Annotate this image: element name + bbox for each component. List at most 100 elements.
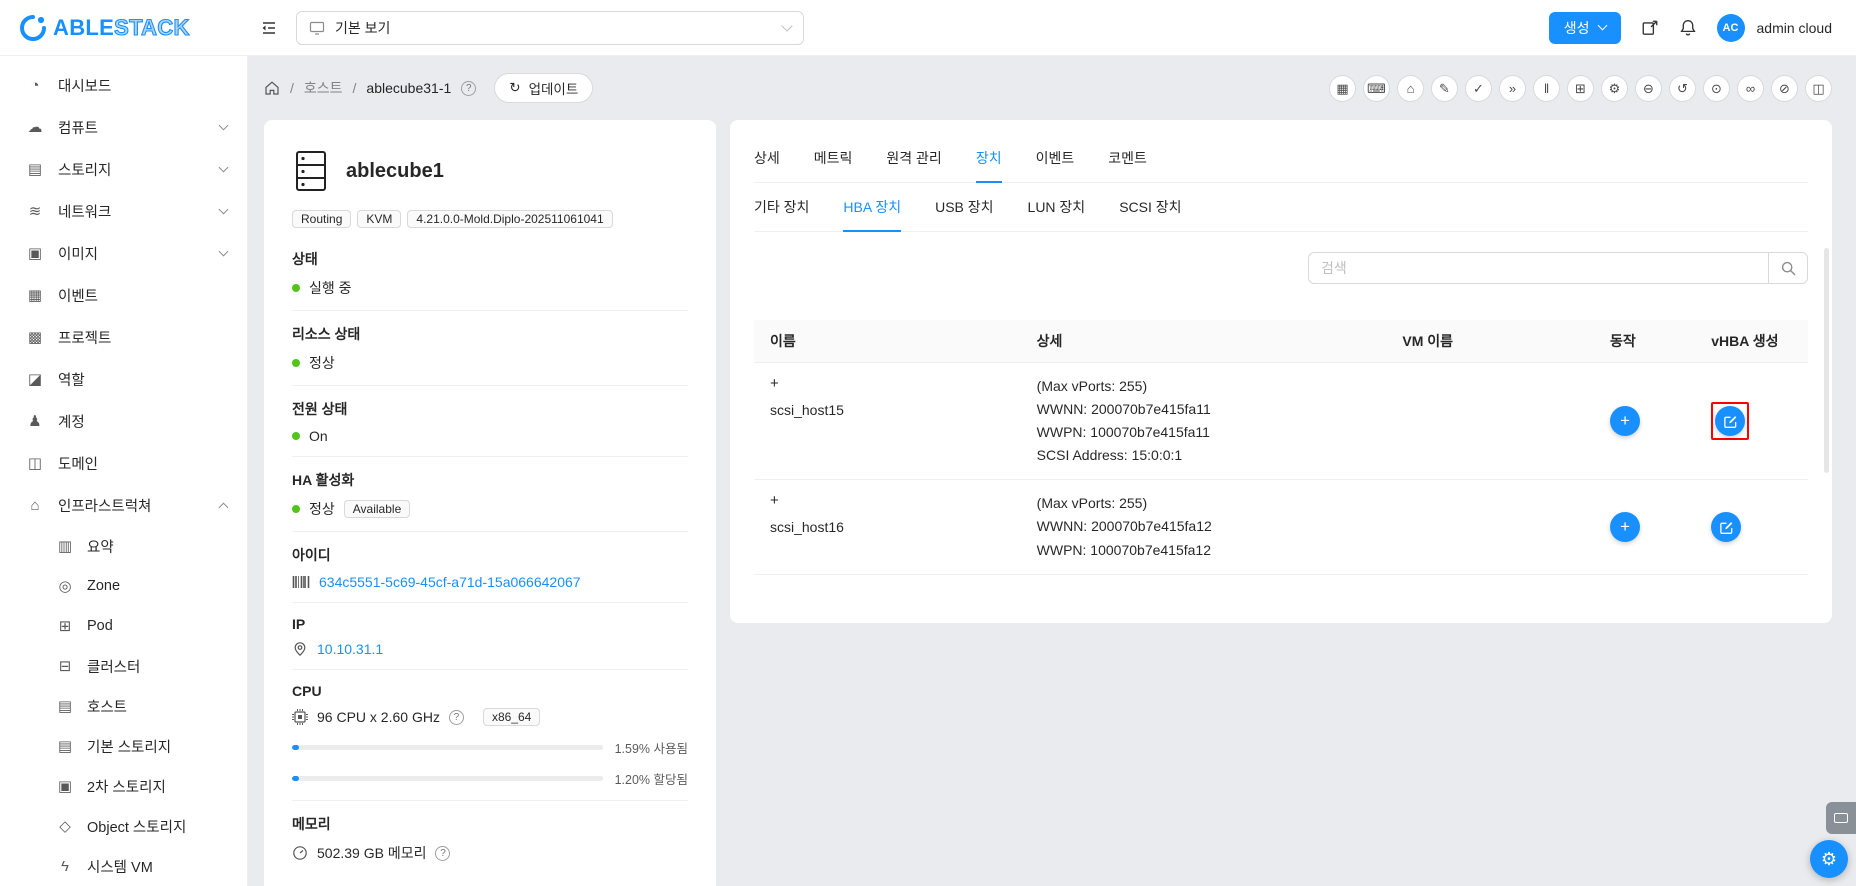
sidebar-subitem-pod[interactable]: ⊞ Pod — [0, 606, 247, 646]
chevron-down-icon — [219, 247, 229, 257]
sidebar-item-projects[interactable]: ▩ 프로젝트 — [0, 316, 247, 358]
expand-row-button[interactable]: + — [770, 492, 779, 510]
logo-mark-icon — [20, 15, 46, 41]
console-drawer-button[interactable] — [1826, 802, 1856, 834]
action-hide-button[interactable]: ⊘ — [1771, 75, 1798, 102]
system-vm-icon: ϟ — [56, 858, 74, 875]
status-section: 상태 실행 중 — [292, 236, 688, 311]
cluster-icon: ⊟ — [56, 657, 74, 675]
action-edit-button[interactable]: ✎ — [1431, 75, 1458, 102]
minus-circle-icon: ⊖ — [1643, 82, 1654, 95]
action-forward-button[interactable]: » — [1499, 75, 1526, 102]
sidebar-subitem-cluster[interactable]: ⊟ 클러스터 — [0, 646, 247, 686]
create-button-label: 생성 — [1564, 18, 1590, 38]
id-label: 아이디 — [292, 545, 688, 565]
sidebar-item-infrastructure[interactable]: ⌂ 인프라스트럭쳐 — [0, 484, 247, 526]
sidebar-subitem-label: 요약 — [87, 536, 227, 557]
device-tab-scsi[interactable]: SCSI 장치 — [1119, 189, 1181, 231]
help-icon[interactable]: ? — [435, 846, 450, 861]
column-action: 동작 — [1594, 320, 1695, 363]
action-attach-button[interactable]: ∞ — [1737, 75, 1764, 102]
action-add-button[interactable]: ⊞ — [1567, 75, 1594, 102]
sidebar-item-network[interactable]: ≋ 네트워크 — [0, 190, 247, 232]
view-selector[interactable]: 기본 보기 — [296, 11, 804, 45]
sidebar-subitem-zone[interactable]: ◎ Zone — [0, 566, 247, 606]
action-diagnostics-button[interactable]: ⊙ — [1703, 75, 1730, 102]
image-icon: ▣ — [26, 244, 44, 262]
action-migrate-button[interactable]: ⌂ — [1397, 75, 1424, 102]
sidebar-subitem-summary[interactable]: ▥ 요약 — [0, 526, 247, 566]
sidebar-item-events[interactable]: ▦ 이벤트 — [0, 274, 247, 316]
project-switch-icon[interactable] — [1641, 19, 1659, 37]
sidebar-subitem-label: 기본 스토리지 — [87, 736, 227, 757]
sidebar-subitem-label: Object 스토리지 — [87, 816, 227, 837]
host-icon: ▤ — [56, 697, 74, 715]
sidebar-subitem-secondary-storage[interactable]: ▣ 2차 스토리지 — [0, 766, 247, 806]
host-ip-link[interactable]: 10.10.31.1 — [317, 641, 383, 657]
sidebar-item-label: 컴퓨트 — [58, 117, 206, 138]
host-id-link[interactable]: 634c5551-5c69-45cf-a71d-15a066642067 — [319, 574, 581, 590]
location-pin-icon — [292, 641, 308, 657]
notification-bell-icon[interactable] — [1679, 19, 1697, 37]
user-name[interactable]: admin cloud — [1757, 20, 1833, 36]
tab-devices[interactable]: 장치 — [976, 140, 1002, 183]
sidebar-item-storage[interactable]: ▤ 스토리지 — [0, 148, 247, 190]
cpu-allocated-label: 1.20% 할당됨 — [615, 769, 688, 788]
sidebar-item-roles[interactable]: ◪ 역할 — [0, 358, 247, 400]
ablestack-logo[interactable]: ABLESTACK — [20, 15, 242, 41]
help-icon[interactable]: ? — [461, 81, 476, 96]
cpu-used-progress: 1.59% 사용됨 — [292, 738, 688, 757]
primary-storage-icon: ▤ — [56, 737, 74, 755]
device-tab-other[interactable]: 기타 장치 — [754, 189, 809, 231]
search-button[interactable] — [1768, 252, 1808, 284]
device-tab-usb[interactable]: USB 장치 — [935, 189, 993, 231]
breadcrumb-row: / 호스트 / ablecube31-1 ? ↻ 업데이트 ▦ ⌨ ⌂ ✎ ✓ … — [264, 70, 1832, 106]
sidebar-subitem-primary-storage[interactable]: ▤ 기본 스토리지 — [0, 726, 247, 766]
create-button[interactable]: 생성 — [1549, 12, 1621, 44]
cpu-allocated-progress: 1.20% 할당됨 — [292, 769, 688, 788]
sidebar-item-label: 역할 — [58, 369, 227, 390]
tab-events[interactable]: 이벤트 — [1036, 140, 1075, 182]
action-layout-button[interactable]: ◫ — [1805, 75, 1832, 102]
device-tab-lun[interactable]: LUN 장치 — [1028, 189, 1086, 231]
create-vhba-button[interactable] — [1715, 406, 1745, 436]
settings-fab-button[interactable]: ⚙ — [1810, 840, 1848, 878]
action-metrics-button[interactable]: ▦ — [1329, 75, 1356, 102]
add-vhba-action-button[interactable]: + — [1610, 406, 1640, 436]
sidebar-item-dashboard[interactable]: ◔ 대시보드 — [0, 64, 247, 106]
table-scrollbar[interactable] — [1824, 248, 1829, 473]
menu-fold-icon[interactable] — [260, 19, 278, 37]
tab-metrics[interactable]: 메트릭 — [814, 140, 853, 182]
breadcrumb-hosts-link[interactable]: 호스트 — [304, 78, 343, 98]
sidebar-subitem-hosts[interactable]: ▤ 호스트 — [0, 686, 247, 726]
user-avatar[interactable]: AC — [1717, 14, 1745, 42]
device-tab-hba[interactable]: HBA 장치 — [843, 189, 901, 232]
action-maintenance-button[interactable]: ‖ — [1533, 75, 1560, 102]
expand-row-button[interactable]: + — [770, 375, 779, 393]
sidebar-item-accounts[interactable]: ♟ 계정 — [0, 400, 247, 442]
search-input[interactable] — [1308, 252, 1768, 284]
action-console-button[interactable]: ⌨ — [1363, 75, 1390, 102]
action-rollback-button[interactable]: ↺ — [1669, 75, 1696, 102]
action-disable-button[interactable]: ⊖ — [1635, 75, 1662, 102]
tab-remote-management[interactable]: 원격 관리 — [886, 140, 941, 182]
sidebar-subitem-system-vm[interactable]: ϟ 시스템 VM — [0, 846, 247, 886]
help-icon[interactable]: ? — [449, 710, 464, 725]
sidebar-subitem-object-storage[interactable]: ◇ Object 스토리지 — [0, 806, 247, 846]
sidebar-item-images[interactable]: ▣ 이미지 — [0, 232, 247, 274]
attach-icon: ∞ — [1746, 82, 1755, 95]
column-name: 이름 — [754, 320, 1021, 363]
dashboard-icon: ◔ — [26, 77, 44, 94]
tab-comments[interactable]: 코멘트 — [1108, 140, 1147, 182]
sidebar-item-compute[interactable]: ☁ 컴퓨트 — [0, 106, 247, 148]
action-configure-button[interactable]: ⚙ — [1601, 75, 1628, 102]
update-button[interactable]: ↻ 업데이트 — [494, 73, 593, 103]
create-vhba-button[interactable] — [1711, 512, 1741, 542]
home-icon[interactable] — [264, 80, 280, 96]
action-certificate-button[interactable]: ✓ — [1465, 75, 1492, 102]
tab-details[interactable]: 상세 — [754, 140, 780, 182]
sidebar-item-domains[interactable]: ◫ 도메인 — [0, 442, 247, 484]
edit-square-icon — [1723, 414, 1738, 429]
add-vhba-action-button[interactable]: + — [1610, 512, 1640, 542]
table-header-row: 이름 상세 VM 이름 동작 vHBA 생성 — [754, 320, 1808, 363]
